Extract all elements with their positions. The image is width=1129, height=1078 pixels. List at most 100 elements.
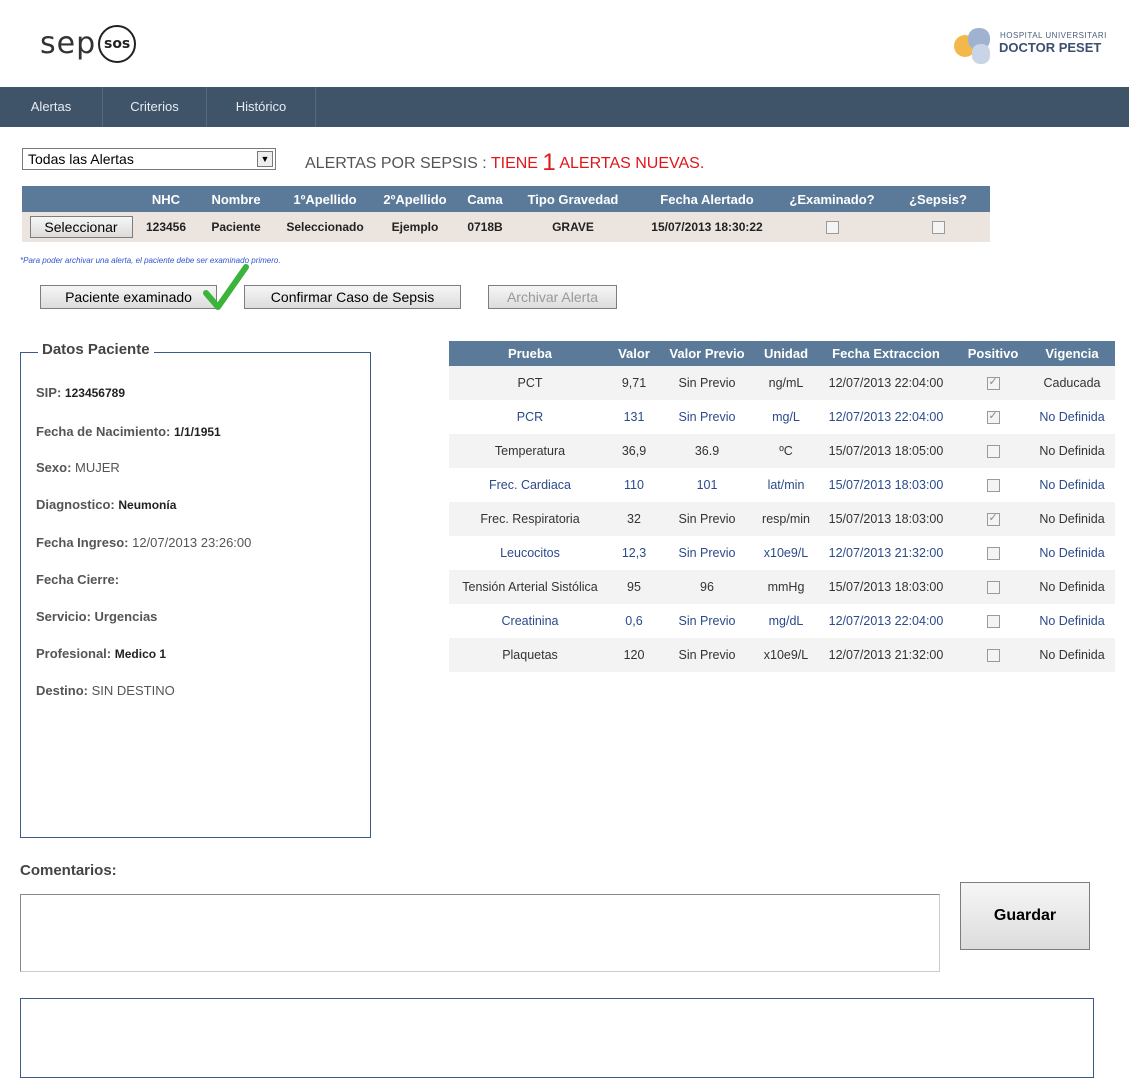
sexo-label: Sexo: [36,460,72,475]
guardar-button[interactable]: Guardar [960,882,1090,950]
col-apellido2: 2ºApellido [370,186,460,212]
nav-criterios[interactable]: Criterios [103,87,207,127]
diagnostico-value: Neumonía [118,498,177,512]
servicio-row: Servicio: Urgencias [36,609,157,624]
lab-fecha: 15/07/2013 18:03:00 [815,570,957,604]
col-fecha-extraccion: Fecha Extraccion [815,341,957,366]
lab-positivo [957,366,1029,400]
lab-positivo [957,502,1029,536]
diagnostico-label: Diagnostico: [36,497,115,512]
lab-valor: 131 [623,410,645,424]
nav-historico[interactable]: Histórico [207,87,316,127]
comment-textarea[interactable] [20,894,940,972]
lab-prueba: PCR [516,410,544,424]
lab-fecha: 15/07/2013 18:05:00 [815,434,957,468]
lab-prueba: Leucocitos [500,546,560,560]
checkmark-icon [203,264,249,310]
positivo-checkbox[interactable] [986,615,1000,629]
seleccionar-button[interactable]: Seleccionar [29,216,133,238]
lab-row[interactable]: Leucocitos 12,3 Sin Previo x10e9/L 12/07/201… [449,536,1115,570]
lab-row[interactable]: Temperatura 36,9 36.9 ºC 15/07/2013 18:05:00… [449,434,1115,468]
alert-fecha: 15/07/2013 18:30:22 [636,212,778,242]
alert-apellido1: Seleccionado [280,212,370,242]
col-apellido1: 1ºApellido [280,186,370,212]
col-fecha-alertado: Fecha Alertado [636,186,778,212]
lab-valor: 36,9 [611,434,657,468]
sepsis-checkbox[interactable] [931,221,945,235]
lab-unidad: lat/min [767,478,805,492]
lab-row[interactable]: PCT 9,71 Sin Previo ng/mL 12/07/2013 22:04:0… [449,366,1115,400]
lab-positivo [957,434,1029,468]
alert-nombre: Paciente [192,212,280,242]
lab-vigencia: No Definida [1029,502,1115,536]
confirmar-sepsis-button[interactable]: Confirmar Caso de Sepsis [244,285,461,309]
nacimiento-row: Fecha de Nacimiento: 1/1/1951 [36,424,221,439]
positivo-checkbox[interactable] [986,479,1000,493]
lab-valor: 12,3 [621,546,647,560]
lab-valor-previo: 36.9 [657,434,757,468]
alerts-title-suffix: ALERTAS NUEVAS. [555,155,705,172]
lab-valor: 0,6 [625,614,643,628]
alert-nhc: 123456 [140,212,192,242]
diagnostico-row: Diagnostico: Neumonía [36,497,176,512]
paciente-examinado-button[interactable]: Paciente examinado [40,285,217,309]
lab-fecha: 12/07/2013 21:32:00 [815,638,957,672]
positivo-checkbox[interactable] [986,445,1000,459]
lab-positivo [957,536,1029,570]
dropdown-arrow-icon[interactable]: ▼ [257,151,273,167]
archivar-alerta-button[interactable]: Archivar Alerta [488,285,617,309]
lab-valor-previo: Sin Previo [657,638,757,672]
lab-vigencia: No Definida [1029,434,1115,468]
ingreso-row: Fecha Ingreso: 12/07/2013 23:26:00 [36,535,251,550]
lab-positivo [957,604,1029,638]
lab-row[interactable]: Frec. Respiratoria 32 Sin Previo resp/min 15… [449,502,1115,536]
hospital-logo: HOSPITAL UNIVERSITARI DOCTOR PESET [950,22,1125,68]
positivo-checkbox[interactable] [986,547,1000,561]
lab-unidad: mmHg [757,570,815,604]
alert-filter-select[interactable]: Todas las Alertas ▼ [22,148,276,170]
lab-prueba: Plaquetas [449,638,611,672]
servicio-value: Urgencias [94,609,158,624]
ingreso-label: Fecha Ingreso: [36,535,129,550]
alert-filter-value: Todas las Alertas [28,151,134,167]
sepsos-logo: sep sos [40,22,137,66]
sepsis-cell [886,212,990,242]
lab-table-body: PCT 9,71 Sin Previo ng/mL 12/07/2013 22:04:0… [449,366,1115,672]
col-gravedad: Tipo Gravedad [510,186,636,212]
destino-label: Destino: [36,683,88,698]
alert-cama: 0718B [460,212,510,242]
alerts-table: NHC Nombre 1ºApellido 2ºApellido Cama Ti… [22,186,990,242]
col-positivo: Positivo [957,341,1029,366]
lab-prueba: Temperatura [449,434,611,468]
lab-results-table: Prueba Valor Valor Previo Unidad Fecha E… [449,341,1115,672]
lab-row[interactable]: Creatinina 0,6 Sin Previo mg/dL 12/07/2013 2… [449,604,1115,638]
profesional-row: Profesional: Medico 1 [36,646,166,661]
alerts-new-count: 1 [542,149,556,176]
destino-row: Destino: SIN DESTINO [36,683,175,698]
alerts-title: ALERTAS POR SEPSIS : TIENE 1 ALERTAS NUE… [305,147,705,176]
patient-data-legend: Datos Paciente [38,341,154,358]
sexo-row: Sexo: MUJER [36,460,120,475]
lab-valor: 120 [611,638,657,672]
positivo-checkbox[interactable] [986,581,1000,595]
lab-valor: 95 [611,570,657,604]
positivo-checkbox[interactable] [986,649,1000,663]
cierre-label: Fecha Cierre: [36,572,120,587]
lab-unidad: x10e9/L [763,546,809,560]
lab-fecha: 12/07/2013 22:04:00 [828,410,944,424]
servicio-label: Servicio: [36,609,91,624]
lab-valor-previo: Sin Previo [657,502,757,536]
lab-unidad: ºC [757,434,815,468]
lab-row[interactable]: Frec. Cardiaca 110 101 lat/min 15/07/2013 18… [449,468,1115,502]
lab-vigencia: No Definida [1039,478,1105,492]
positivo-checkbox[interactable] [986,511,1000,527]
lab-valor-previo: Sin Previo [657,366,757,400]
lab-row[interactable]: PCR 131 Sin Previo mg/L 12/07/2013 22:04:00 N… [449,400,1115,434]
positivo-checkbox[interactable] [986,375,1000,391]
lab-prueba: PCT [449,366,611,400]
lab-row[interactable]: Tensión Arterial Sistólica 95 96 mmHg 15/07/… [449,570,1115,604]
examinado-checkbox[interactable] [825,221,839,235]
positivo-checkbox[interactable] [986,409,1000,425]
lab-row[interactable]: Plaquetas 120 Sin Previo x10e9/L 12/07/2013 … [449,638,1115,672]
nav-alertas[interactable]: Alertas [0,87,103,127]
